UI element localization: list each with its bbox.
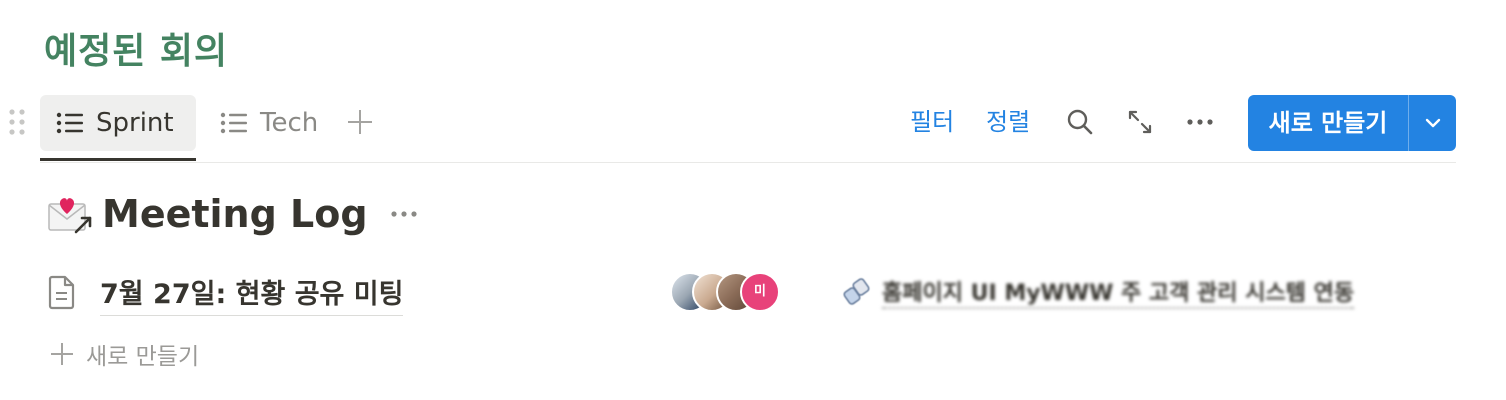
table-row[interactable]: 7월 27일: 현황 공유 미팅 미 홈페이지 UI MyWWW 주 고객 관리… <box>46 264 1446 320</box>
expand-button[interactable] <box>1120 102 1160 142</box>
tab-label: Sprint <box>96 108 174 138</box>
attendees[interactable]: 미 <box>670 268 810 316</box>
search-icon <box>1067 109 1093 135</box>
group-header: Meeting Log <box>46 188 422 240</box>
tab-sprint[interactable]: Sprint <box>40 95 196 151</box>
avatar: 미 <box>740 272 780 312</box>
plus-icon <box>348 110 372 134</box>
chevron-down-icon <box>1425 118 1440 128</box>
tab-tech[interactable]: Tech <box>204 95 332 151</box>
link-icon <box>843 278 870 305</box>
drag-handle-icon[interactable] <box>6 106 28 138</box>
sort-button[interactable]: 정렬 <box>986 102 1030 142</box>
search-button[interactable] <box>1060 102 1100 142</box>
group-more-button[interactable] <box>386 196 422 232</box>
more-icon <box>1187 119 1213 125</box>
view-tab-bar: Sprint Tech 필터 정렬 새로 만들기 <box>40 94 1456 163</box>
add-row-button[interactable]: 새로 만들기 <box>50 336 199 372</box>
add-view-button[interactable] <box>340 102 380 142</box>
plus-icon <box>50 342 74 366</box>
list-icon <box>56 111 84 135</box>
more-icon <box>390 211 417 217</box>
database-title: 예정된 회의 <box>44 31 229 72</box>
love-letter-icon <box>48 198 92 234</box>
active-tab-indicator <box>40 158 196 161</box>
new-button-dropdown[interactable] <box>1409 95 1456 151</box>
filter-button[interactable]: 필터 <box>910 102 954 142</box>
new-button[interactable]: 새로 만들기 <box>1248 95 1408 151</box>
related-page-title: 홈페이지 UI MyWWW 주 고객 관리 시스템 연동 <box>882 275 1355 309</box>
add-row-label: 새로 만들기 <box>86 344 200 370</box>
related-page-link[interactable]: 홈페이지 UI MyWWW 주 고객 관리 시스템 연동 <box>840 274 1440 310</box>
page-icon <box>48 275 75 310</box>
tab-label: Tech <box>260 108 319 138</box>
group-title: Meeting Log <box>102 192 368 236</box>
list-icon <box>220 111 248 135</box>
new-button-group: 새로 만들기 <box>1248 95 1456 151</box>
expand-icon <box>1128 110 1152 134</box>
more-options-button[interactable] <box>1180 102 1220 142</box>
row-title[interactable]: 7월 27일: 현황 공유 미팅 <box>100 272 404 316</box>
